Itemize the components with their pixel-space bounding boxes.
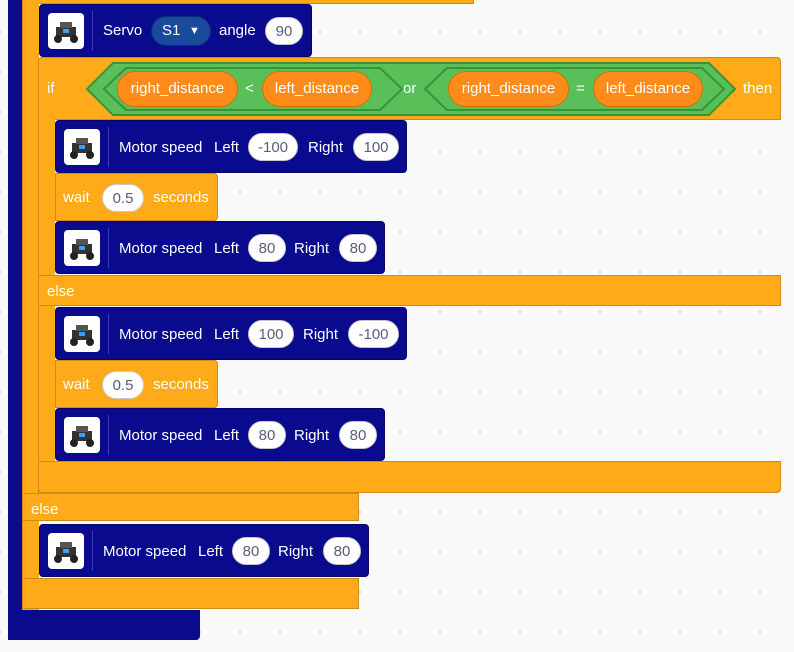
left-cmp-b[interactable]: left_distance: [262, 71, 372, 107]
block-divider: [108, 127, 109, 167]
left-label: Left: [214, 427, 240, 444]
motor-speed-label: Motor speed: [119, 139, 203, 156]
outer-else-bar: [22, 493, 359, 521]
inner-if-bottom: [38, 461, 781, 493]
right-speed-input[interactable]: 100: [353, 133, 399, 161]
left-speed-input[interactable]: 80: [248, 234, 286, 262]
outer-else-label: else: [31, 501, 59, 518]
block-divider: [108, 314, 109, 354]
servo-label: Servo: [103, 22, 143, 39]
seconds-label: seconds: [153, 376, 209, 393]
right-label: Right: [294, 240, 330, 257]
left-label: Left: [198, 543, 224, 560]
inner-else-label: else: [47, 283, 75, 300]
outer-if-bottom: [22, 578, 359, 609]
left-label: Left: [214, 326, 240, 343]
left-label: Left: [214, 240, 240, 257]
motor-speed-block[interactable]: Motor speed Left -100 Right 100: [55, 120, 407, 173]
robot-car-icon: [64, 417, 100, 453]
wait-seconds-input[interactable]: 0.5: [102, 184, 144, 212]
servo-angle-label: angle: [219, 22, 256, 39]
motor-speed-block[interactable]: Motor speed Left 80 Right 80: [55, 408, 385, 461]
left-cmp-op: <: [245, 80, 254, 97]
right-label: Right: [308, 139, 344, 156]
right-label: Right: [303, 326, 339, 343]
robot-car-icon: [48, 13, 84, 49]
right-speed-input[interactable]: -100: [348, 320, 399, 348]
motor-speed-label: Motor speed: [103, 543, 187, 560]
left-speed-input[interactable]: 80: [232, 537, 270, 565]
left-speed-input[interactable]: 80: [248, 421, 286, 449]
left-speed-input[interactable]: 100: [248, 320, 294, 348]
right-cmp-b[interactable]: left_distance: [593, 71, 703, 107]
servo-block[interactable]: Servo S1 ▼ angle 90: [39, 4, 312, 57]
servo-port-dropdown[interactable]: S1 ▼: [151, 16, 211, 46]
robot-car-icon: [64, 316, 100, 352]
then-label: then: [743, 80, 773, 97]
right-cmp-op: =: [576, 80, 585, 97]
left-speed-input[interactable]: -100: [248, 133, 298, 161]
wait-label: wait: [63, 189, 90, 206]
motor-speed-block[interactable]: Motor speed Left 80 Right 80: [39, 524, 369, 577]
motor-speed-label: Motor speed: [119, 240, 203, 257]
left-label: Left: [214, 139, 240, 156]
robot-car-icon: [64, 230, 100, 266]
caret-down-icon: ▼: [189, 25, 200, 37]
motor-speed-label: Motor speed: [119, 326, 203, 343]
block-divider: [108, 228, 109, 268]
robot-car-icon: [64, 129, 100, 165]
right-speed-input[interactable]: 80: [339, 421, 377, 449]
right-cmp-a[interactable]: right_distance: [448, 71, 569, 107]
wait-block[interactable]: wait 0.5 seconds: [55, 360, 218, 408]
wait-block[interactable]: wait 0.5 seconds: [55, 173, 218, 221]
block-divider: [92, 11, 93, 51]
outer-frame-bottom: [8, 610, 200, 640]
right-label: Right: [294, 427, 330, 444]
right-speed-input[interactable]: 80: [339, 234, 377, 262]
inner-else-bar: [38, 275, 781, 306]
outer-frame-left: [8, 0, 23, 640]
right-label: Right: [278, 543, 314, 560]
motor-speed-block[interactable]: Motor speed Left 100 Right -100: [55, 307, 407, 360]
left-cmp-a[interactable]: right_distance: [117, 71, 238, 107]
right-speed-input[interactable]: 80: [323, 537, 361, 565]
wait-seconds-input[interactable]: 0.5: [102, 371, 144, 399]
wait-label: wait: [63, 376, 90, 393]
seconds-label: seconds: [153, 189, 209, 206]
servo-angle-input[interactable]: 90: [265, 17, 303, 45]
motor-speed-label: Motor speed: [119, 427, 203, 444]
block-divider: [108, 415, 109, 455]
servo-port-value: S1: [162, 22, 181, 39]
motor-speed-block[interactable]: Motor speed Left 80 Right 80: [55, 221, 385, 274]
if-label: if: [47, 80, 55, 97]
robot-car-icon: [48, 533, 84, 569]
or-label: or: [403, 80, 417, 97]
block-divider: [92, 531, 93, 571]
